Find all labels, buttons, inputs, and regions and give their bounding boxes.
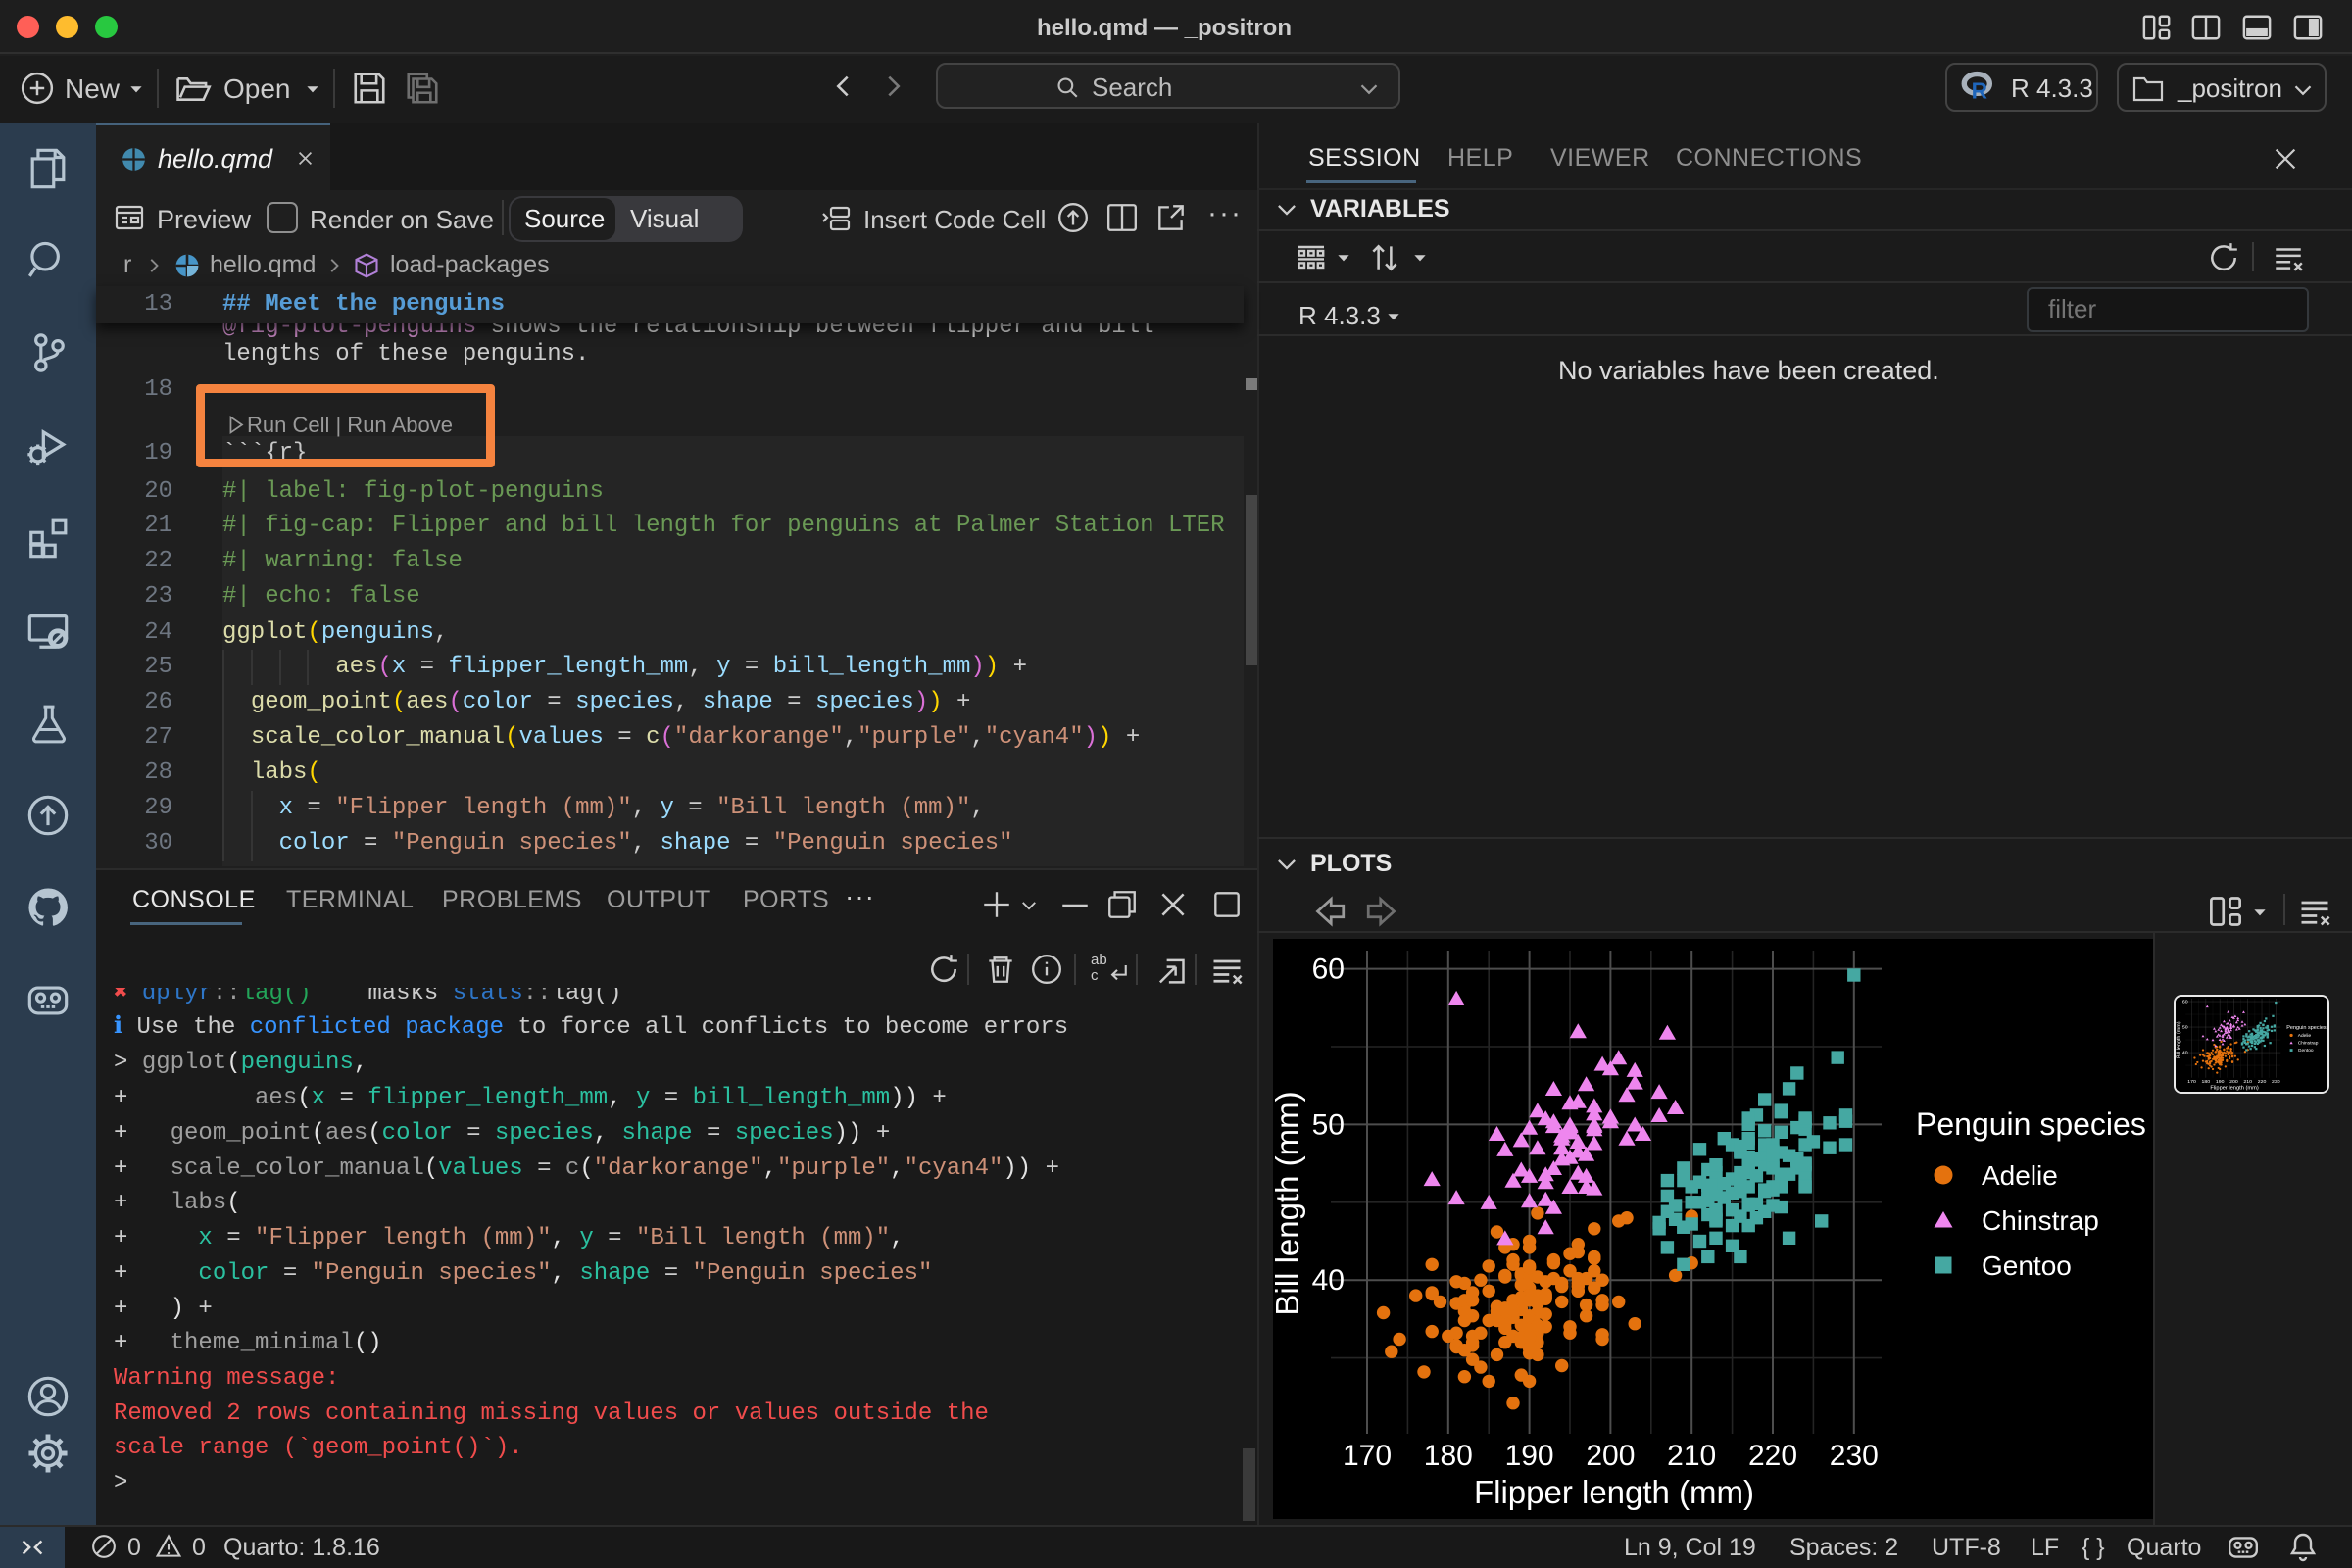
svg-text:Penguin species: Penguin species	[1916, 1106, 2146, 1142]
svg-text:220: 220	[1748, 1440, 1797, 1472]
svg-text:170: 170	[1343, 1440, 1392, 1472]
svg-text:200: 200	[1586, 1440, 1635, 1472]
svg-text:230: 230	[1830, 1440, 1879, 1472]
svg-text:Flipper length (mm): Flipper length (mm)	[1474, 1474, 1754, 1510]
svg-text:210: 210	[1667, 1440, 1716, 1472]
svg-text:Gentoo: Gentoo	[1982, 1250, 2072, 1281]
svg-text:190: 190	[1505, 1440, 1554, 1472]
svg-text:Bill length (mm): Bill length (mm)	[1269, 1091, 1305, 1315]
svg-text:R: R	[1972, 78, 1987, 104]
svg-text:180: 180	[1424, 1440, 1473, 1472]
svg-text:Chinstrap: Chinstrap	[1982, 1205, 2099, 1236]
svg-text:50: 50	[1312, 1108, 1345, 1141]
svg-text:60: 60	[1312, 954, 1345, 986]
svg-text:Adelie: Adelie	[1982, 1160, 2058, 1191]
svg-text:40: 40	[1312, 1264, 1345, 1297]
